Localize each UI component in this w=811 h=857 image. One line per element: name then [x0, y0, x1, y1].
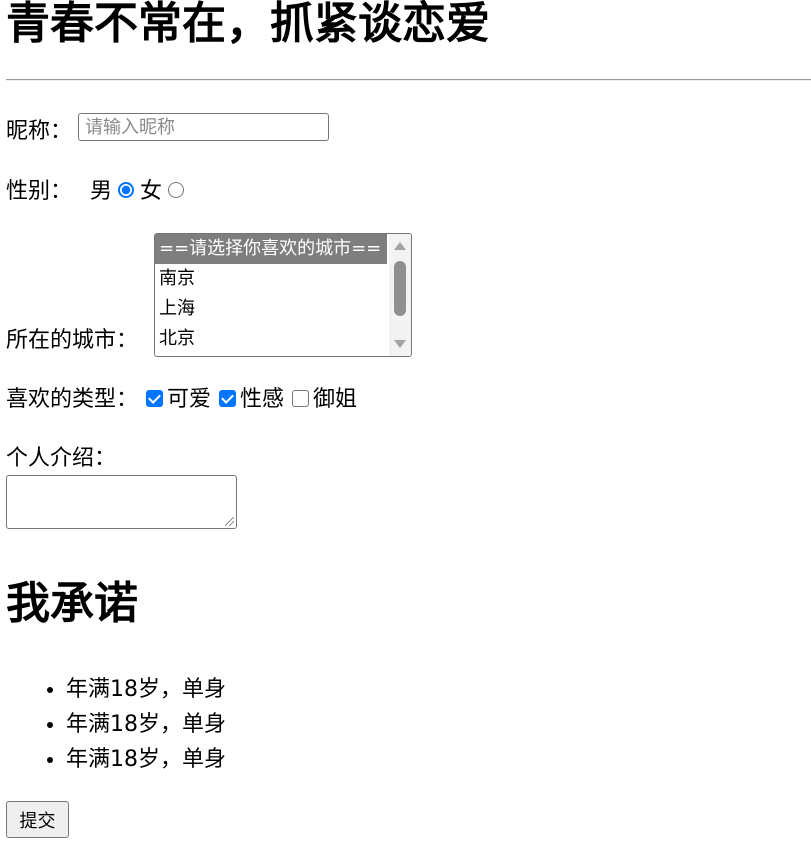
scroll-down-arrow-icon[interactable]	[394, 340, 406, 348]
resize-grip-icon[interactable]	[225, 517, 234, 526]
type-checkbox-mature[interactable]	[292, 389, 310, 407]
city-label: 所在的城市：	[6, 328, 139, 353]
type-sexy-label: 性感	[240, 387, 285, 412]
type-checkbox-sexy[interactable]	[219, 389, 237, 407]
gender-radio-male[interactable]	[118, 182, 135, 198]
gender-label: 性别：	[6, 179, 73, 204]
city-scrollbar[interactable]	[389, 234, 411, 356]
nickname-label: 昵称：	[6, 119, 73, 144]
gender-radio-female[interactable]	[168, 182, 185, 198]
nickname-row: 昵称：	[6, 113, 330, 147]
gender-option-female-label: 女	[140, 179, 163, 204]
list-item: 年满18岁，单身	[66, 672, 226, 707]
page-title: 青春不常在，抓紧谈恋爱	[6, 0, 490, 49]
type-cute-label: 可爱	[167, 387, 212, 412]
city-option[interactable]: 北京	[155, 324, 387, 354]
gender-option-male-label: 男	[90, 179, 113, 204]
gender-row: 性别： 男 女	[6, 177, 190, 207]
type-checkbox-cute[interactable]	[146, 389, 164, 407]
city-option[interactable]: 上海	[155, 294, 387, 324]
submit-button[interactable]: 提交	[6, 801, 69, 838]
divider	[6, 79, 811, 81]
list-item: 年满18岁，单身	[66, 742, 226, 777]
scroll-up-arrow-icon[interactable]	[394, 242, 406, 250]
nickname-input[interactable]	[78, 113, 330, 141]
types-label: 喜欢的类型：	[6, 387, 139, 412]
type-mature-label: 御姐	[313, 387, 358, 412]
promise-list: 年满18岁，单身 年满18岁，单身 年满18岁，单身	[6, 672, 226, 777]
types-row: 喜欢的类型： 可爱 性感 御姐	[6, 385, 357, 415]
city-option[interactable]: ==请选择你喜欢的城市==	[155, 234, 387, 264]
intro-label: 个人介绍：	[6, 446, 117, 471]
promise-title: 我承诺	[6, 578, 138, 629]
list-item: 年满18岁，单身	[66, 707, 226, 742]
intro-textarea[interactable]	[6, 475, 237, 529]
city-option[interactable]: 南京	[155, 264, 387, 294]
city-listbox[interactable]: ==请选择你喜欢的城市== 南京 上海 北京	[154, 233, 412, 357]
scroll-thumb[interactable]	[394, 261, 406, 316]
